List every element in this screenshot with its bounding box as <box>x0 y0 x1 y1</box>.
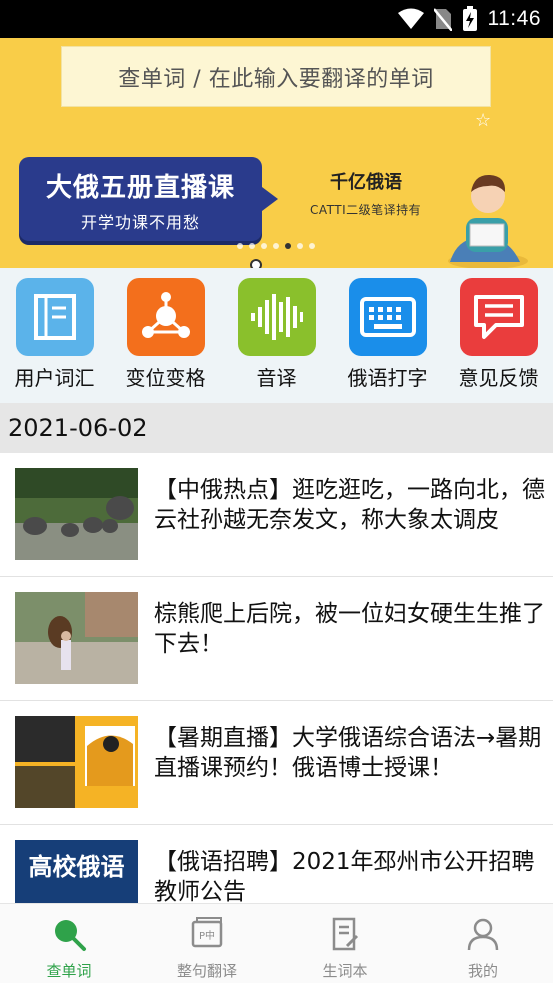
svg-text:P中: P中 <box>199 929 215 942</box>
brand-name: 千亿俄语 <box>330 172 402 193</box>
wifi-icon <box>397 8 424 29</box>
date-text: 2021-06-02 <box>8 414 148 442</box>
news-title: 棕熊爬上后院，被一位妇女硬生生推了下去！ <box>154 601 545 657</box>
tool-feedback[interactable]: 意见反馈 <box>446 278 551 398</box>
news-item[interactable]: 棕熊爬上后院，被一位妇女硬生生推了下去！ <box>0 577 553 701</box>
elephants-photo <box>15 468 138 560</box>
tool-label: 音译 <box>256 366 297 390</box>
carousel-dot[interactable] <box>237 243 243 249</box>
date-header: 2021-06-02 <box>0 403 553 453</box>
carousel-dot[interactable] <box>249 243 255 249</box>
news-item[interactable]: 高校俄语 【俄语招聘】2021年邳州市公开招聘教师公告 <box>0 825 553 903</box>
tool-label: 意见反馈 <box>458 366 539 390</box>
vocab-notebook-icon <box>332 917 359 951</box>
carousel-dot[interactable] <box>297 243 303 249</box>
live-course-illustration <box>15 716 138 808</box>
promo-title: 大俄五册直播课 <box>45 173 235 203</box>
brand-tagline: CATTI二级笔译持有 <box>310 203 422 217</box>
status-time: 11:46 <box>487 7 541 30</box>
poster-text: 高校俄语 <box>28 853 125 881</box>
bottom-nav: 查单词 P中 整句翻译 生词本 我的 <box>0 903 553 983</box>
news-title: 【中俄热点】逛吃逛吃，一路向北，德云社孙越无奈发文，称大象太调皮 <box>154 477 545 533</box>
tool-conjugation[interactable]: 变位变格 <box>113 278 218 398</box>
soundwave-icon <box>237 278 316 356</box>
news-item[interactable]: 【中俄热点】逛吃逛吃，一路向北，德云社孙越无奈发文，称大象太调皮 <box>0 453 553 577</box>
star-icon: ☆ <box>475 110 492 131</box>
banner-pin-icon <box>250 259 262 268</box>
nav-label: 生词本 <box>322 962 368 980</box>
nav-lookup-word[interactable]: 查单词 <box>0 904 138 983</box>
tool-label: 俄语打字 <box>347 366 428 390</box>
recruitment-poster: 高校俄语 <box>15 840 138 903</box>
bear-backyard-photo <box>15 592 138 684</box>
carousel-dot[interactable] <box>273 243 279 249</box>
tool-transliteration[interactable]: 音译 <box>224 278 329 398</box>
tool-user-vocabulary[interactable]: 用户词汇 <box>2 278 107 398</box>
nav-label: 查单词 <box>46 962 92 980</box>
chat-bubble-icon <box>459 278 538 356</box>
keyboard-icon <box>348 278 427 356</box>
nav-label: 整句翻译 <box>176 962 237 980</box>
battery-charging-icon <box>462 6 477 31</box>
promo-card[interactable]: 大俄五册直播课 开学功课不用愁 <box>19 157 278 241</box>
search-input[interactable]: 查单词 / 在此输入要翻译的单词 <box>61 46 491 107</box>
nav-profile[interactable]: 我的 <box>414 904 552 983</box>
news-title: 【俄语招聘】2021年邳州市公开招聘教师公告 <box>154 849 535 903</box>
network-icon <box>126 278 205 356</box>
carousel-dot[interactable] <box>309 243 315 249</box>
nav-sentence-translate[interactable]: P中 整句翻译 <box>138 904 276 983</box>
nav-label: 我的 <box>467 962 498 980</box>
tool-label: 变位变格 <box>125 366 206 390</box>
no-sim-icon <box>433 8 452 31</box>
search-icon <box>55 920 86 951</box>
news-item[interactable]: 【暑期直播】大学俄语综合语法→暑期直播课预约！俄语博士授课！ <box>0 701 553 825</box>
status-bar: 11:46 <box>0 0 553 38</box>
notebook-icon <box>15 278 94 356</box>
carousel-indicator <box>237 243 315 249</box>
carousel-dot[interactable] <box>285 243 291 249</box>
search-placeholder: 查单词 / 在此输入要翻译的单词 <box>118 66 434 92</box>
promo-subtitle: 开学功课不用愁 <box>80 213 200 232</box>
promo-banner[interactable]: ★ ☆ 查单词 / 在此输入要翻译的单词 大俄五册直播课 开学功课不用愁 千亿俄… <box>0 38 553 268</box>
quick-tools: 用户词汇 变位变格 音译 俄语打字 意见反馈 <box>0 268 553 403</box>
tool-russian-typing[interactable]: 俄语打字 <box>335 278 440 398</box>
nav-vocab-book[interactable]: 生词本 <box>276 904 414 983</box>
translate-icon: P中 <box>191 917 223 948</box>
reading-student-illustration <box>448 174 528 268</box>
news-title: 【暑期直播】大学俄语综合语法→暑期直播课预约！俄语博士授课！ <box>154 725 542 781</box>
news-list[interactable]: 【中俄热点】逛吃逛吃，一路向北，德云社孙越无奈发文，称大象太调皮 棕熊爬上后院，… <box>0 453 553 903</box>
tool-label: 用户词汇 <box>14 366 95 390</box>
status-icons: 11:46 <box>397 6 542 32</box>
carousel-dot[interactable] <box>261 243 267 249</box>
profile-icon <box>467 918 499 951</box>
